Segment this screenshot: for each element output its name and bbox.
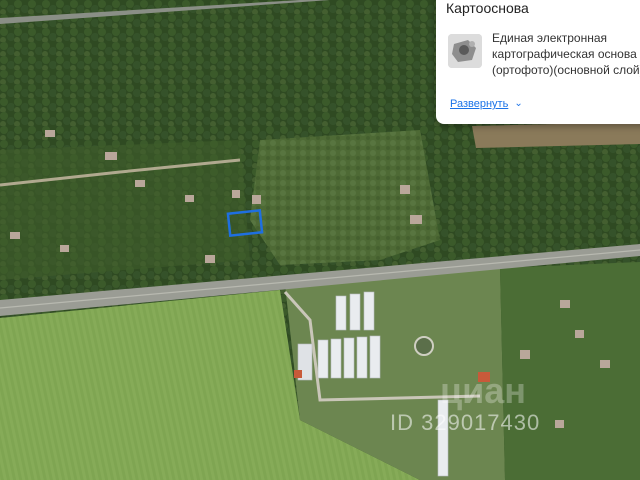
expand-label: Развернуть bbox=[450, 98, 509, 110]
plowed-field bbox=[472, 122, 640, 148]
layer-name[interactable]: Единая электронная картографическая осно… bbox=[492, 30, 640, 78]
map-layer-panel: Картооснова Единая электронная картограф… bbox=[436, 0, 640, 124]
layer-name-line: картографическая основа bbox=[492, 47, 637, 61]
layer-name-line: Единая электронная bbox=[492, 31, 608, 45]
watermark-id: ID 329017430 bbox=[390, 410, 541, 435]
meadow-area bbox=[250, 130, 440, 265]
expand-link[interactable]: Развернуть ⌄ bbox=[450, 98, 523, 110]
layer-name-line: (ортофото)(основной слой) bbox=[492, 63, 640, 77]
watermark-logo: циан bbox=[440, 370, 527, 411]
pond bbox=[414, 336, 434, 356]
chevron-down-icon: ⌄ bbox=[514, 98, 523, 109]
layer-thumbnail-icon[interactable] bbox=[448, 34, 482, 68]
panel-title: Картооснова bbox=[446, 0, 529, 16]
